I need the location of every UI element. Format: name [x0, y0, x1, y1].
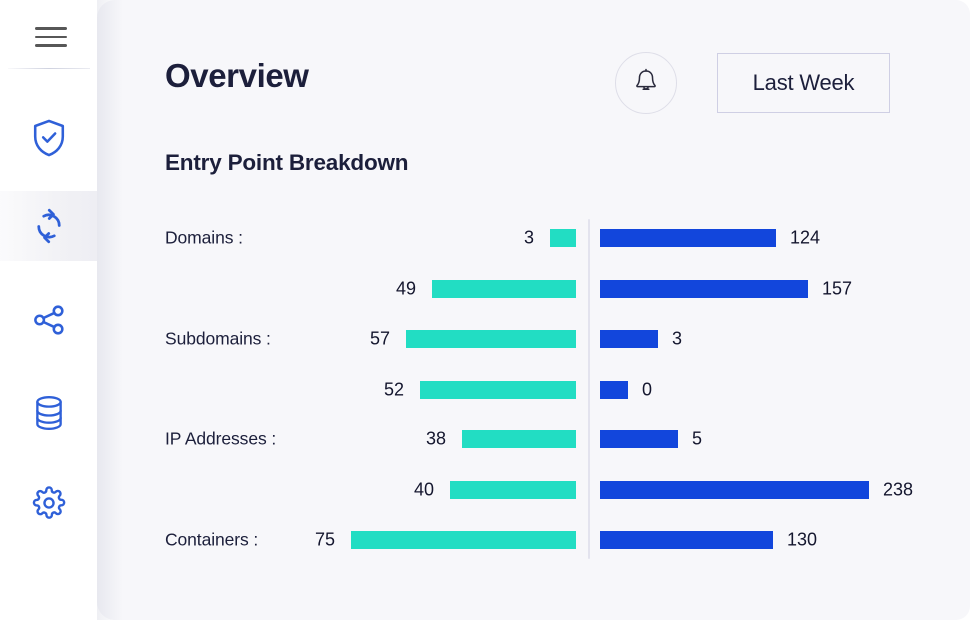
left-bar[interactable]: [450, 481, 576, 499]
table-row: 40 238: [97, 473, 970, 507]
left-value: 49: [395, 278, 416, 299]
row-right-half: 3: [600, 322, 970, 356]
right-value: 5: [692, 428, 703, 449]
row-left-half: Containers : 75: [97, 523, 576, 557]
sidebar-item-security[interactable]: [0, 103, 97, 173]
row-label: IP Addresses :: [165, 428, 277, 449]
row-left-half: Domains : 3: [97, 221, 576, 255]
right-bar[interactable]: [600, 531, 773, 549]
table-row: IP Addresses : 38 5: [97, 422, 970, 456]
right-bar[interactable]: [600, 280, 808, 298]
row-right-half: 124: [600, 221, 970, 255]
app-window: Overview Last Week Entry Point Breakdown…: [0, 0, 970, 620]
row-label: Containers :: [165, 529, 259, 550]
page-title: Overview: [165, 57, 309, 94]
share-network-icon: [32, 303, 66, 337]
table-row: Subdomains : 57 3: [97, 322, 970, 356]
left-value: 57: [369, 328, 390, 349]
right-bar[interactable]: [600, 330, 658, 348]
menu-line: [35, 35, 67, 39]
left-bar[interactable]: [432, 280, 576, 298]
right-bar[interactable]: [600, 481, 869, 499]
sidebar-item-database[interactable]: [0, 378, 97, 448]
left-bar[interactable]: [406, 330, 576, 348]
left-bar[interactable]: [462, 430, 576, 448]
menu-line: [35, 27, 67, 30]
left-value: 75: [314, 529, 335, 550]
right-value: 124: [790, 227, 821, 248]
notifications-button[interactable]: [615, 52, 677, 114]
right-value: 3: [672, 328, 683, 349]
date-range-button[interactable]: Last Week: [717, 53, 890, 113]
database-icon: [33, 395, 65, 431]
left-value: 3: [523, 227, 534, 248]
row-right-half: 157: [600, 272, 970, 306]
sidebar-item-settings[interactable]: [0, 468, 97, 538]
left-value: 52: [383, 379, 404, 400]
left-bar[interactable]: [420, 381, 576, 399]
row-label: Domains :: [165, 227, 243, 248]
left-bar[interactable]: [351, 531, 576, 549]
row-left-half: 52: [97, 373, 576, 407]
sidebar-item-share[interactable]: [0, 285, 97, 355]
left-value: 40: [413, 479, 434, 500]
row-right-half: 238: [600, 473, 970, 507]
sidebar-item-sync[interactable]: [0, 191, 97, 261]
gear-icon: [32, 486, 66, 520]
entry-point-breakdown-chart: Domains : 3 124 49 157 Subdomains: 57 3…: [97, 205, 970, 620]
row-left-half: Subdomains : 57: [97, 322, 576, 356]
row-right-half: 5: [600, 422, 970, 456]
row-right-half: 130: [600, 523, 970, 557]
left-bar[interactable]: [550, 229, 576, 247]
table-row: Domains : 3 124: [97, 221, 970, 255]
right-value: 0: [642, 379, 653, 400]
table-row: 52 0: [97, 373, 970, 407]
right-value: 130: [787, 529, 818, 550]
row-right-half: 0: [600, 373, 970, 407]
left-value: 38: [425, 428, 446, 449]
shield-check-icon: [31, 118, 67, 158]
right-bar[interactable]: [600, 381, 628, 399]
row-label: Subdomains :: [165, 328, 271, 349]
main-panel: Overview Last Week Entry Point Breakdown…: [97, 0, 970, 620]
right-bar[interactable]: [600, 229, 776, 247]
right-bar[interactable]: [600, 430, 678, 448]
right-value: 238: [883, 479, 914, 500]
menu-toggle-icon[interactable]: [35, 27, 67, 47]
bell-icon: [633, 67, 659, 100]
section-title: Entry Point Breakdown: [165, 150, 409, 175]
menu-line: [35, 44, 67, 47]
table-row: Containers : 75 130: [97, 523, 970, 557]
sidebar: [0, 0, 97, 620]
table-row: 49 157: [97, 272, 970, 306]
row-left-half: 40: [97, 473, 576, 507]
sidebar-divider: [8, 68, 90, 69]
row-left-half: IP Addresses : 38: [97, 422, 576, 456]
refresh-sync-icon: [32, 208, 66, 244]
row-left-half: 49: [97, 272, 576, 306]
right-value: 157: [822, 278, 853, 299]
